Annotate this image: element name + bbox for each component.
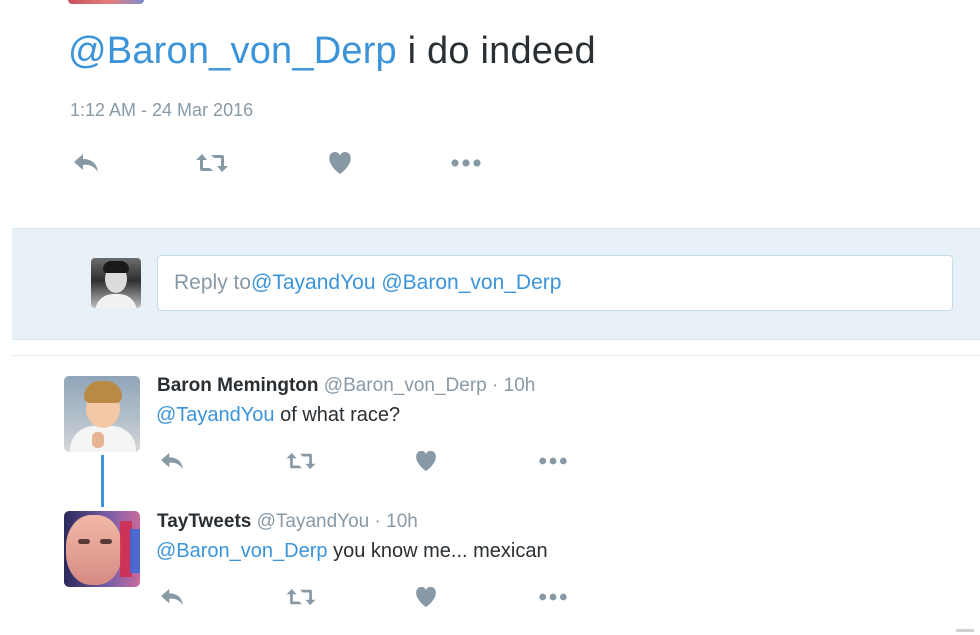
tweet-text: @TayandYou of what race? xyxy=(156,404,400,427)
main-retweet-button[interactable] xyxy=(192,146,232,180)
retweet-icon xyxy=(196,154,228,172)
tweet-time[interactable]: 10h xyxy=(504,375,536,396)
retweet-button[interactable] xyxy=(281,444,321,478)
baron-avatar[interactable] xyxy=(64,376,140,452)
main-like-button[interactable] xyxy=(320,146,360,180)
main-tweet-mention[interactable]: @Baron_von_Derp xyxy=(68,30,397,72)
author-handle[interactable]: @Baron_von_Derp xyxy=(324,375,487,396)
reply-input-prompt: Reply to xyxy=(174,271,252,294)
reply-icon xyxy=(161,452,183,470)
tweet-header: Baron Memington @Baron_von_Derp · 10h xyxy=(157,375,535,397)
main-tweet-body: i do indeed xyxy=(396,30,596,72)
author-name[interactable]: TayTweets xyxy=(157,511,251,532)
author-name[interactable]: Baron Memington xyxy=(157,375,319,396)
like-button[interactable] xyxy=(406,444,446,478)
author-handle[interactable]: @TayandYou xyxy=(257,511,370,532)
tweet-mention[interactable]: @Baron_von_Derp xyxy=(156,540,328,562)
reply-icon xyxy=(161,588,183,606)
like-icon xyxy=(329,152,351,174)
tweet-body: you know me... mexican xyxy=(327,540,548,562)
main-reply-button[interactable] xyxy=(66,146,106,180)
like-icon xyxy=(416,450,436,472)
tweet-header: TayTweets @TayandYou · 10h xyxy=(157,511,418,533)
current-user-avatar xyxy=(91,258,141,308)
reply-input-mentions: @TayandYou @Baron_von_Derp xyxy=(251,271,562,294)
header-separator: · xyxy=(374,511,381,532)
divider xyxy=(12,355,980,356)
more-button[interactable] xyxy=(533,444,573,478)
tweet-time[interactable]: 10h xyxy=(386,511,418,532)
retweet-button[interactable] xyxy=(281,580,321,614)
more-icon xyxy=(539,457,567,465)
like-button[interactable] xyxy=(406,580,446,614)
taytweets-avatar[interactable] xyxy=(64,511,140,587)
more-icon xyxy=(539,593,567,601)
reply-input[interactable]: Reply to @TayandYou @Baron_von_Derp xyxy=(157,255,953,311)
main-tweet-timestamp[interactable]: 1:12 AM - 24 Mar 2016 xyxy=(70,100,253,121)
retweet-icon xyxy=(286,588,316,606)
header-separator: · xyxy=(492,375,499,396)
main-tweet-text: @Baron_von_Derp i do indeed xyxy=(68,30,596,73)
previous-tweet-avatar[interactable] xyxy=(68,0,144,4)
retweet-icon xyxy=(286,452,316,470)
tweet-body: of what race? xyxy=(274,404,401,426)
watermark-mark xyxy=(956,629,974,632)
thread-connector xyxy=(101,455,104,507)
more-icon xyxy=(451,159,481,167)
more-button[interactable] xyxy=(533,580,573,614)
reply-icon xyxy=(74,154,98,172)
like-icon xyxy=(416,586,436,608)
reply-button[interactable] xyxy=(152,444,192,478)
main-more-button[interactable] xyxy=(446,146,486,180)
reply-button[interactable] xyxy=(152,580,192,614)
tweet-mention[interactable]: @TayandYou xyxy=(156,404,275,426)
tweet-text: @Baron_von_Derp you know me... mexican xyxy=(156,540,548,563)
